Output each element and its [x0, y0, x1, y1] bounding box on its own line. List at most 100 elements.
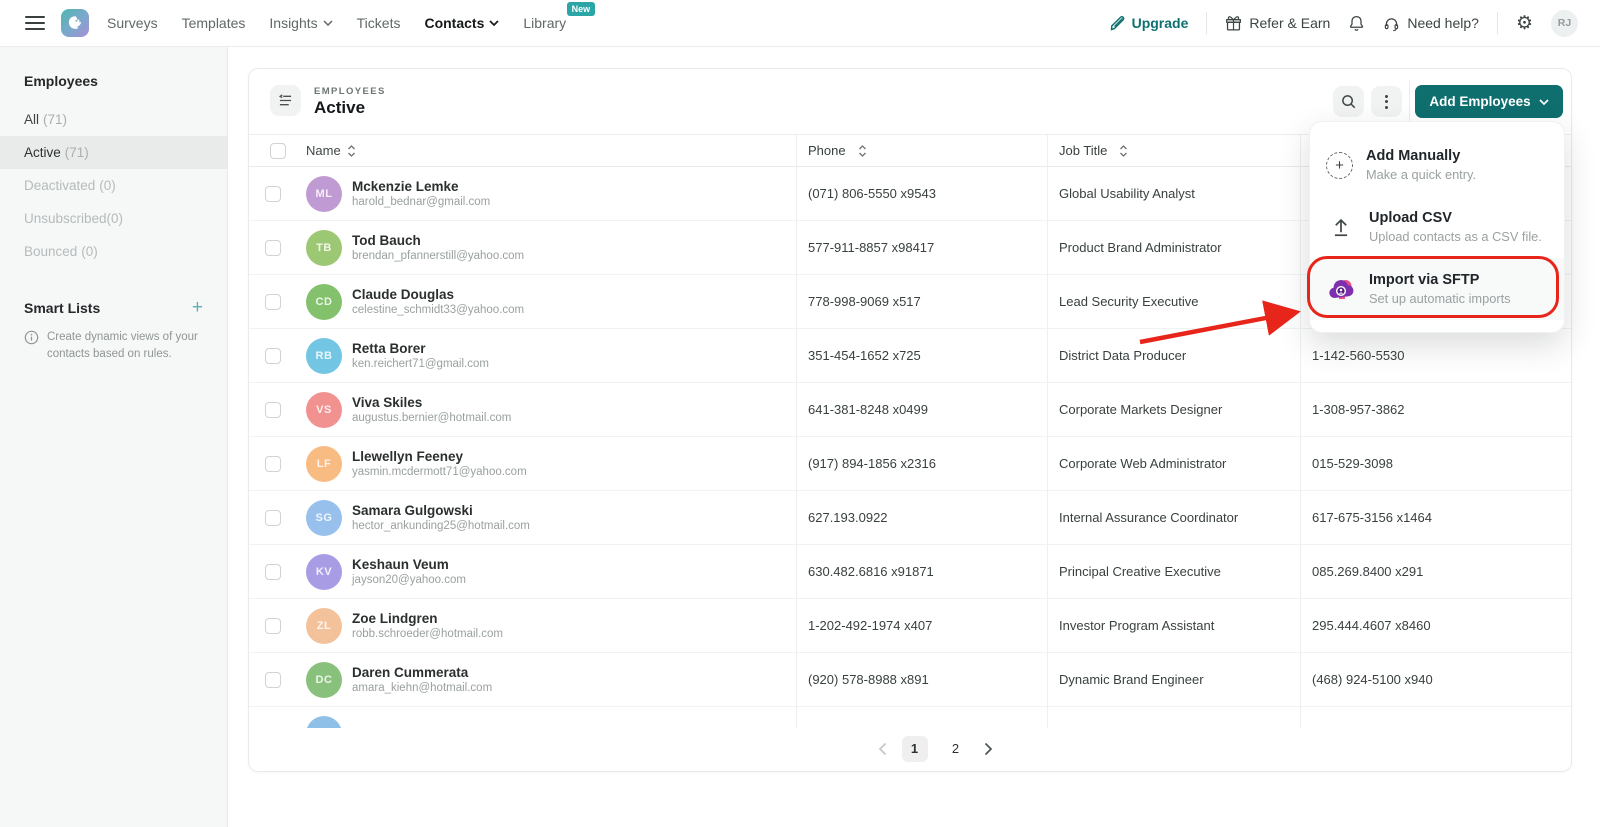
- phone2-cell: 015-529-3098: [1300, 437, 1571, 490]
- nav-templates[interactable]: Templates: [182, 15, 246, 31]
- job-title-cell: Lead Security Executive: [1047, 275, 1300, 328]
- menu-item-import-sftp[interactable]: Import via SFTP Set up automatic imports: [1310, 258, 1564, 320]
- need-help-button[interactable]: Need help?: [1383, 15, 1479, 32]
- page-number-2[interactable]: 2: [943, 736, 969, 762]
- nav-surveys[interactable]: Surveys: [107, 15, 158, 31]
- previous-page-button[interactable]: [878, 742, 887, 756]
- row-checkbox[interactable]: [265, 402, 281, 418]
- job-title-cell: Investor Program Assistant: [1047, 599, 1300, 652]
- sort-icon[interactable]: [347, 145, 356, 157]
- row-checkbox[interactable]: [265, 672, 281, 688]
- phone-cell: 778-998-9069 x517: [796, 275, 1047, 328]
- nav-tickets[interactable]: Tickets: [357, 15, 401, 31]
- phone-cell: 627.193.0922: [796, 491, 1047, 544]
- page-number-1[interactable]: 1: [902, 736, 928, 762]
- hamburger-menu-icon[interactable]: [25, 16, 45, 30]
- nav-links: Surveys Templates Insights Tickets Conta…: [107, 15, 566, 31]
- table-row: SGSamara Gulgowskihector_ankunding25@hot…: [249, 491, 1571, 545]
- row-checkbox[interactable]: [265, 186, 281, 202]
- app-logo[interactable]: [61, 9, 89, 37]
- upgrade-button[interactable]: Upgrade: [1110, 15, 1189, 31]
- contact-name[interactable]: Retta Borer: [352, 341, 489, 356]
- refer-earn-button[interactable]: Refer & Earn: [1225, 15, 1330, 32]
- bird-logo-icon: [66, 14, 84, 32]
- avatar: TB: [306, 230, 342, 266]
- table-row: RBRetta Borerken.reichert71@gmail.com 35…: [249, 329, 1571, 383]
- menu-item-upload-csv[interactable]: Upload CSV Upload contacts as a CSV file…: [1310, 196, 1564, 258]
- add-manually-icon: +: [1326, 152, 1353, 179]
- row-checkbox[interactable]: [265, 510, 281, 526]
- contact-email: brendan_pfannerstill@yahoo.com: [352, 250, 524, 262]
- select-all-checkbox[interactable]: [270, 143, 286, 159]
- column-header-job-title[interactable]: Job Title: [1047, 135, 1300, 166]
- job-title-cell: Corporate Web Administrator: [1047, 437, 1300, 490]
- nav-insights[interactable]: Insights: [269, 15, 332, 31]
- chevron-down-icon: [1539, 99, 1549, 105]
- contact-name[interactable]: Samara Gulgowski: [352, 503, 530, 518]
- avatar: RB: [306, 338, 342, 374]
- sidebar-item-deactivated[interactable]: Deactivated(0): [0, 169, 227, 202]
- sidebar-item-unsubscribed[interactable]: Unsubscribed(0): [0, 202, 227, 235]
- avatar: ML: [306, 176, 342, 212]
- contact-email: augustus.bernier@hotmail.com: [352, 412, 511, 424]
- row-checkbox[interactable]: [265, 618, 281, 634]
- sidebar-item-all[interactable]: All(71): [0, 103, 227, 136]
- contact-name[interactable]: Llewellyn Feeney: [352, 449, 527, 464]
- contact-name[interactable]: Daren Cummerata: [352, 665, 492, 680]
- menu-item-add-manually[interactable]: + Add Manually Make a quick entry.: [1310, 134, 1564, 196]
- breadcrumb-eyebrow: EMPLOYEES: [314, 86, 386, 97]
- job-title-cell: Internal Assurance Coordinator: [1047, 491, 1300, 544]
- contact-email: hector_ankunding25@hotmail.com: [352, 520, 530, 532]
- phone-cell: (920) 578-8988 x891: [796, 653, 1047, 706]
- user-avatar[interactable]: RJ: [1551, 10, 1578, 37]
- row-checkbox[interactable]: [265, 564, 281, 580]
- search-button[interactable]: [1333, 86, 1364, 117]
- column-header-name[interactable]: Name: [296, 135, 796, 166]
- settings-gear-icon[interactable]: ⚙: [1516, 14, 1533, 33]
- list-view-button[interactable]: [270, 85, 301, 116]
- sort-icon[interactable]: [1119, 145, 1128, 157]
- phone-cell: 577-911-8857 x98417: [796, 221, 1047, 274]
- row-checkbox[interactable]: [265, 348, 281, 364]
- headset-icon: [1383, 15, 1400, 32]
- notifications-button[interactable]: [1348, 14, 1365, 32]
- next-page-button[interactable]: [984, 742, 993, 756]
- sidebar-section-title: Employees: [0, 47, 227, 89]
- contact-name[interactable]: Keshaun Veum: [352, 557, 466, 572]
- row-checkbox[interactable]: [265, 456, 281, 472]
- nav-contacts[interactable]: Contacts: [424, 15, 499, 31]
- contact-email: robb.schroeder@hotmail.com: [352, 628, 503, 640]
- phone-cell: 351-454-1652 x725: [796, 329, 1047, 382]
- nav-library[interactable]: LibraryNew: [523, 15, 566, 31]
- sort-icon[interactable]: [858, 145, 867, 157]
- page-title: Active: [314, 98, 365, 118]
- more-options-button[interactable]: [1371, 86, 1402, 117]
- divider: [1409, 80, 1410, 122]
- add-smart-list-button[interactable]: +: [192, 298, 203, 317]
- contact-name[interactable]: Claude Douglas: [352, 287, 524, 302]
- table-row: VSViva Skilesaugustus.bernier@hotmail.co…: [249, 383, 1571, 437]
- contact-name[interactable]: Tod Bauch: [352, 233, 524, 248]
- sidebar-item-active[interactable]: Active(71): [0, 136, 227, 169]
- column-header-phone[interactable]: Phone: [796, 135, 1047, 166]
- divider: [1497, 12, 1498, 34]
- contact-email: celestine_schmidt33@yahoo.com: [352, 304, 524, 316]
- phone-cell: (071) 806-5550 x9543: [796, 167, 1047, 220]
- contact-name[interactable]: Zoe Lindgren: [352, 611, 503, 626]
- row-checkbox[interactable]: [265, 240, 281, 256]
- contact-name[interactable]: Viva Skiles: [352, 395, 511, 410]
- contact-email: jayson20@yahoo.com: [352, 574, 466, 586]
- bell-icon: [1348, 14, 1365, 32]
- contact-email: amara_kiehn@hotmail.com: [352, 682, 492, 694]
- nav-right-actions: Upgrade Refer & Earn Need help? ⚙ RJ: [1110, 10, 1578, 37]
- row-checkbox[interactable]: [265, 294, 281, 310]
- sidebar-item-bounced[interactable]: Bounced(0): [0, 235, 227, 268]
- contact-email: yasmin.mcdermott71@yahoo.com: [352, 466, 527, 478]
- phone-cell: (917) 894-1856 x2316: [796, 437, 1047, 490]
- contact-name[interactable]: Mckenzie Lemke: [352, 179, 490, 194]
- new-badge: New: [567, 2, 596, 16]
- phone2-cell: 1-142-560-5530: [1300, 329, 1571, 382]
- upload-icon: [1328, 214, 1354, 240]
- add-employees-button[interactable]: Add Employees: [1415, 85, 1563, 118]
- gift-icon: [1225, 15, 1242, 32]
